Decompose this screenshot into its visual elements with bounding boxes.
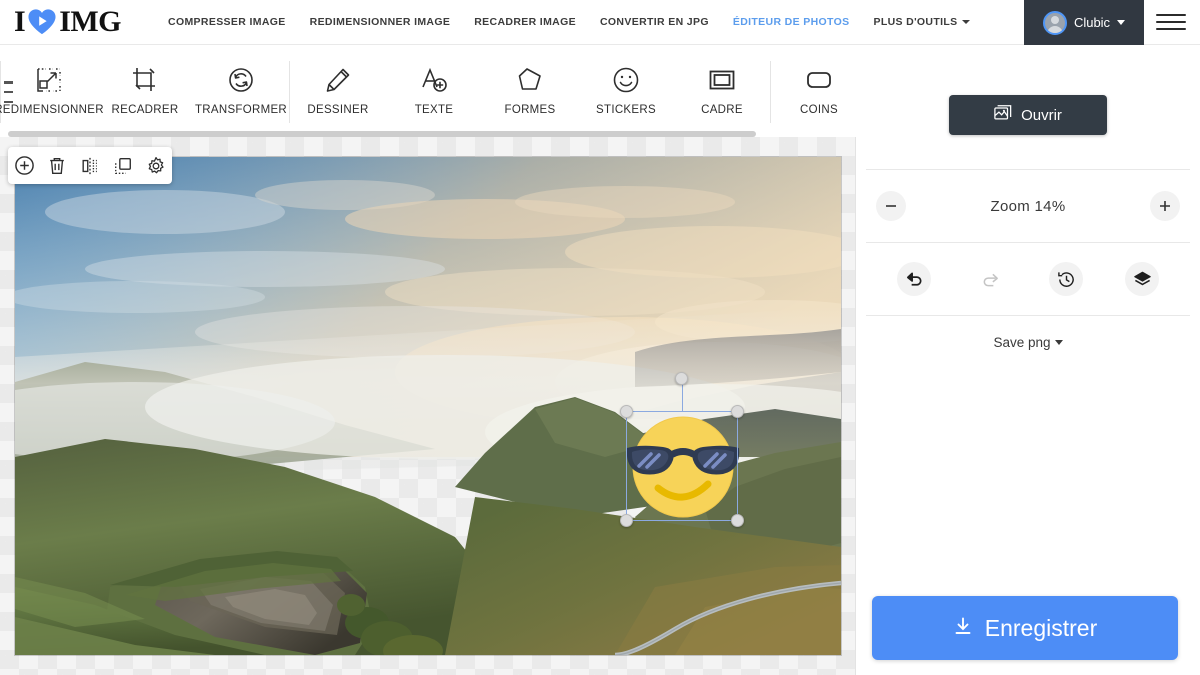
add-text-icon <box>420 63 448 97</box>
save-format-row: Save png <box>856 316 1200 352</box>
nav-link-redimensionner[interactable]: REDIMENSIONNER IMAGE <box>298 16 463 28</box>
nav-links: COMPRESSER IMAGE REDIMENSIONNER IMAGE RE… <box>156 16 982 28</box>
tool-label: DESSINER <box>307 104 369 116</box>
nav-link-editeur-de-photos[interactable]: ÉDITEUR DE PHOTOS <box>721 16 862 28</box>
gear-icon[interactable] <box>142 152 169 179</box>
duplicate-object-button[interactable] <box>109 152 136 179</box>
chevron-down-icon <box>1117 20 1126 25</box>
canvas-photo[interactable] <box>15 157 841 655</box>
save-format-label: Save png <box>993 335 1051 350</box>
frame-icon <box>708 63 736 97</box>
tool-label: RECADRER <box>111 104 179 116</box>
heart-icon <box>27 8 57 36</box>
photo-editor-app: I IMG COMPRESSER IMAGE REDIMENSIONNER IM… <box>0 0 1200 675</box>
image-open-icon <box>994 104 1012 126</box>
editor-toolbar: REDIMENSIONNER RECADRER TRANSFORMER DESS… <box>0 45 951 137</box>
tool-label: REDIMENSIONNER <box>0 104 104 116</box>
toolbar-horizontal-scrollbar[interactable] <box>8 131 756 137</box>
toolbar-group-create: DESSINER TEXTE FORMES STICKERS CADRE <box>290 59 770 116</box>
open-image-button[interactable]: Ouvrir <box>949 95 1107 135</box>
zoom-in-button[interactable] <box>1149 191 1180 221</box>
zoom-value: 14% <box>1034 197 1066 215</box>
crop-icon <box>131 63 159 97</box>
history-controls <box>856 243 1200 315</box>
transform-rotate-icon <box>227 63 255 97</box>
toolbar-group-transform: REDIMENSIONNER RECADRER TRANSFORMER <box>0 59 289 116</box>
tool-cadre[interactable]: CADRE <box>674 59 770 116</box>
save-button[interactable]: Enregistrer <box>872 596 1178 660</box>
nav-link-convertir-jpg[interactable]: CONVERTIR EN JPG <box>588 16 721 28</box>
delete-object-button[interactable] <box>44 152 71 179</box>
tool-label: STICKERS <box>596 104 656 116</box>
zoom-text: Zoom <box>990 197 1031 215</box>
nav-link-compresser[interactable]: COMPRESSER IMAGE <box>156 16 298 28</box>
canvas-area[interactable] <box>0 137 856 675</box>
right-side-panel: Ouvrir Zoom 14% Save png Enregistrer <box>856 45 1200 675</box>
site-logo[interactable]: I IMG <box>14 0 122 45</box>
tool-coins[interactable]: COINS <box>771 59 867 116</box>
resize-handle-bottom-left[interactable] <box>620 514 633 527</box>
hamburger-menu-icon[interactable] <box>1156 11 1186 33</box>
editor-toolbar-container: REDIMENSIONNER RECADRER TRANSFORMER DESS… <box>0 45 951 137</box>
shapes-polygon-icon <box>516 63 544 97</box>
object-floating-toolbar <box>8 147 172 184</box>
save-format-dropdown[interactable]: Save png <box>993 335 1063 350</box>
tool-texte[interactable]: TEXTE <box>386 59 482 116</box>
tool-label: TRANSFORMER <box>194 104 288 116</box>
tool-stickers[interactable]: STICKERS <box>578 59 674 116</box>
resize-handle-top-left[interactable] <box>620 405 633 418</box>
resize-handle-top-right[interactable] <box>731 405 744 418</box>
save-button-label: Enregistrer <box>984 614 1098 641</box>
user-avatar-icon <box>1042 10 1067 35</box>
logo-text-left: I <box>14 5 26 38</box>
chevron-down-icon <box>1054 340 1063 345</box>
layers-icon[interactable] <box>1125 262 1159 296</box>
open-button-label: Ouvrir <box>1021 106 1062 124</box>
tool-formes[interactable]: FORMES <box>482 59 578 116</box>
landscape-image <box>15 157 841 655</box>
download-icon <box>953 615 973 642</box>
add-object-button[interactable] <box>11 152 38 179</box>
tool-label: CADRE <box>701 104 743 116</box>
redo-button[interactable] <box>973 262 1007 296</box>
sticker-selection-box[interactable] <box>620 372 744 527</box>
user-account-menu[interactable]: Clubic <box>1024 0 1144 45</box>
chevron-down-icon <box>961 20 970 25</box>
pencil-draw-icon <box>324 63 352 97</box>
vertical-dots-icon[interactable] <box>4 81 18 103</box>
logo-text-right: IMG <box>59 5 122 38</box>
nav-link-recadrer[interactable]: RECADRER IMAGE <box>462 16 588 28</box>
zoom-level-label: Zoom 14% <box>991 198 1066 215</box>
rotate-handle[interactable] <box>675 372 688 385</box>
zoom-controls: Zoom 14% <box>856 170 1200 242</box>
tool-dessiner[interactable]: DESSINER <box>290 59 386 116</box>
rounded-corners-icon <box>805 63 833 97</box>
zoom-out-button[interactable] <box>876 191 906 221</box>
tool-label: TEXTE <box>414 104 454 116</box>
resize-icon <box>35 63 63 97</box>
tool-recadrer[interactable]: RECADRER <box>97 59 193 116</box>
top-navigation-bar: I IMG COMPRESSER IMAGE REDIMENSIONNER IM… <box>0 0 1200 45</box>
resize-handle-bottom-right[interactable] <box>731 514 744 527</box>
nav-link-plus-doutils[interactable]: PLUS D'OUTILS <box>861 16 981 28</box>
tool-transformer[interactable]: TRANSFORMER <box>193 59 289 116</box>
history-clock-icon[interactable] <box>1049 262 1083 296</box>
nav-link-plus-doutils-label: PLUS D'OUTILS <box>873 16 958 28</box>
tool-label: FORMES <box>504 104 556 116</box>
flip-horizontal-icon[interactable] <box>76 152 103 179</box>
undo-button[interactable] <box>897 262 931 296</box>
tool-label: COINS <box>800 104 838 116</box>
smiley-sticker-icon <box>612 63 640 97</box>
user-name-label: Clubic <box>1073 15 1111 30</box>
